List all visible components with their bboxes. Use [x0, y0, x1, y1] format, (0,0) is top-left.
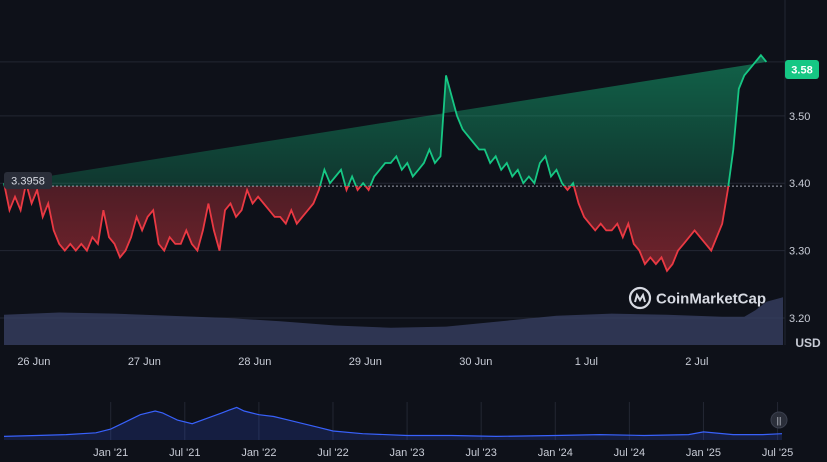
y-tick-label: 3.50: [789, 111, 810, 123]
x-tick-label: 29 Jun: [349, 356, 382, 368]
x-tick-label: 2 Jul: [685, 356, 708, 368]
x-tick-label: 1 Jul: [575, 356, 598, 368]
y-axis-unit-label: USD: [795, 336, 821, 350]
current-price-tag: 3.58: [785, 60, 819, 79]
brand-watermark: CoinMarketCap: [628, 286, 766, 310]
navigator-tick-label: Jul '24: [614, 447, 645, 459]
x-tick-label: 28 Jun: [238, 356, 271, 368]
reference-tag-label: 3.3958: [11, 176, 45, 188]
y-tick-label: 3.20: [789, 313, 810, 325]
navigator-x-axis: Jan '21 Jul '21 Jan '22 Jul '22 Jan '23 Jul '…: [93, 447, 793, 459]
y-axis: 3.20 3.30 3.40 3.50: [789, 111, 810, 325]
navigator-tick-label: Jan '21: [93, 447, 128, 459]
navigator-tick-label: Jan '24: [538, 447, 573, 459]
navigator-tick-label: Jan '22: [241, 447, 276, 459]
coinmarketcap-logo-icon: [628, 286, 652, 310]
x-tick-label: 30 Jun: [459, 356, 492, 368]
x-axis: 26 Jun 27 Jun 28 Jun 29 Jun 30 Jun 1 Jul 2 Jul: [17, 356, 708, 368]
brand-name: CoinMarketCap: [656, 291, 766, 308]
navigator-tick-label: Jul '22: [317, 447, 348, 459]
navigator-tick-label: Jan '25: [686, 447, 721, 459]
navigator-tick-label: Jul '23: [465, 447, 496, 459]
navigator-tick-label: Jul '25: [762, 447, 793, 459]
navigator[interactable]: Jan '21 Jul '21 Jan '22 Jul '22 Jan '23 Jul '…: [3, 400, 793, 459]
y-tick-label: 3.30: [789, 246, 810, 258]
navigator-tick-label: Jul '21: [169, 447, 200, 459]
current-price-label: 3.58: [791, 65, 812, 77]
y-tick-label: 3.40: [789, 178, 810, 190]
x-tick-label: 27 Jun: [128, 356, 161, 368]
navigator-handle[interactable]: ||: [770, 411, 788, 429]
x-tick-label: 26 Jun: [17, 356, 50, 368]
price-chart[interactable]: 3.20 3.30 3.40 3.50 26 Jun 27 Jun 28 Jun 29 Ju…: [0, 0, 827, 462]
pause-handle-icon: ||: [777, 416, 782, 426]
navigator-tick-label: Jan '23: [390, 447, 425, 459]
reference-tag: 3.3958: [4, 172, 52, 189]
